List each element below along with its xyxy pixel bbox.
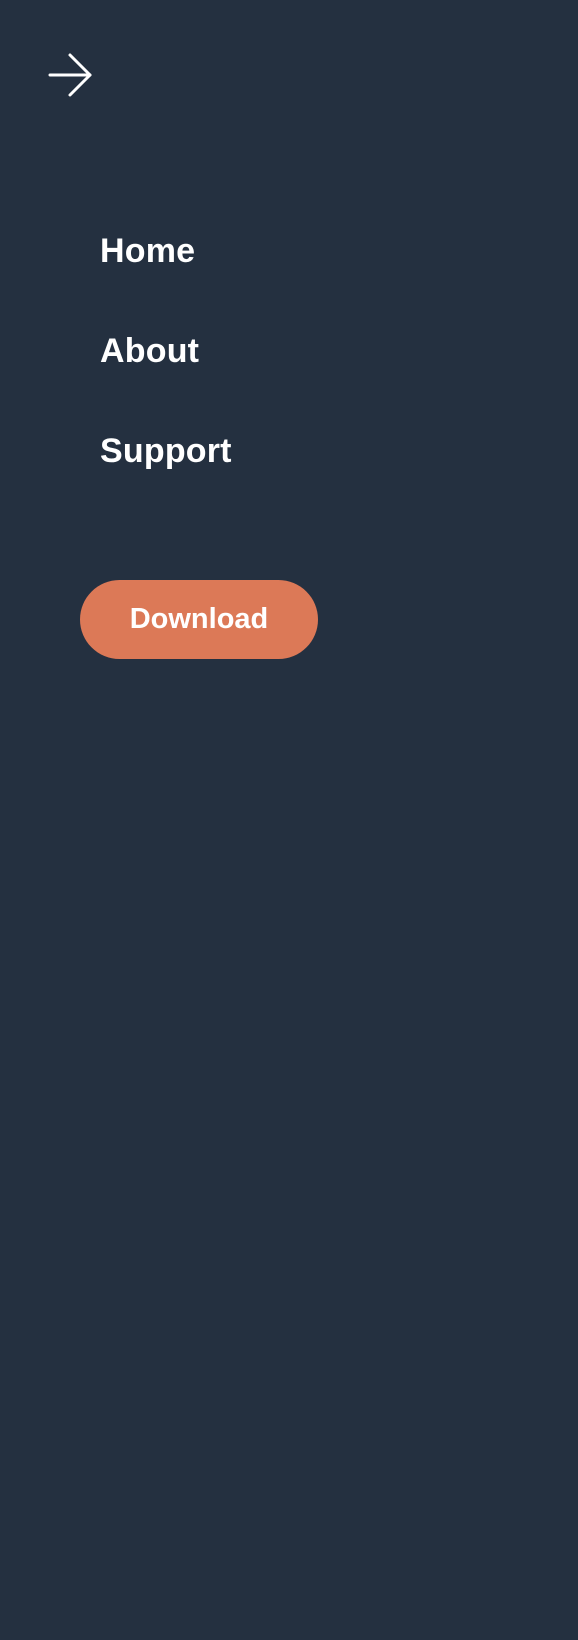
nav-link-home[interactable]: Home <box>100 229 195 273</box>
arrow-right-icon-graphic <box>48 53 92 97</box>
navigation-drawer: Home About Support Download <box>0 0 578 1640</box>
arrow-right-icon[interactable] <box>48 52 94 98</box>
nav-item-support: Support <box>100 429 232 529</box>
nav-item-about: About <box>100 329 232 429</box>
nav-link-support[interactable]: Support <box>100 429 232 473</box>
nav-link-about[interactable]: About <box>100 329 199 373</box>
download-button[interactable]: Download <box>80 580 318 659</box>
main-nav: Home About Support <box>100 229 232 529</box>
nav-item-home: Home <box>100 229 232 329</box>
